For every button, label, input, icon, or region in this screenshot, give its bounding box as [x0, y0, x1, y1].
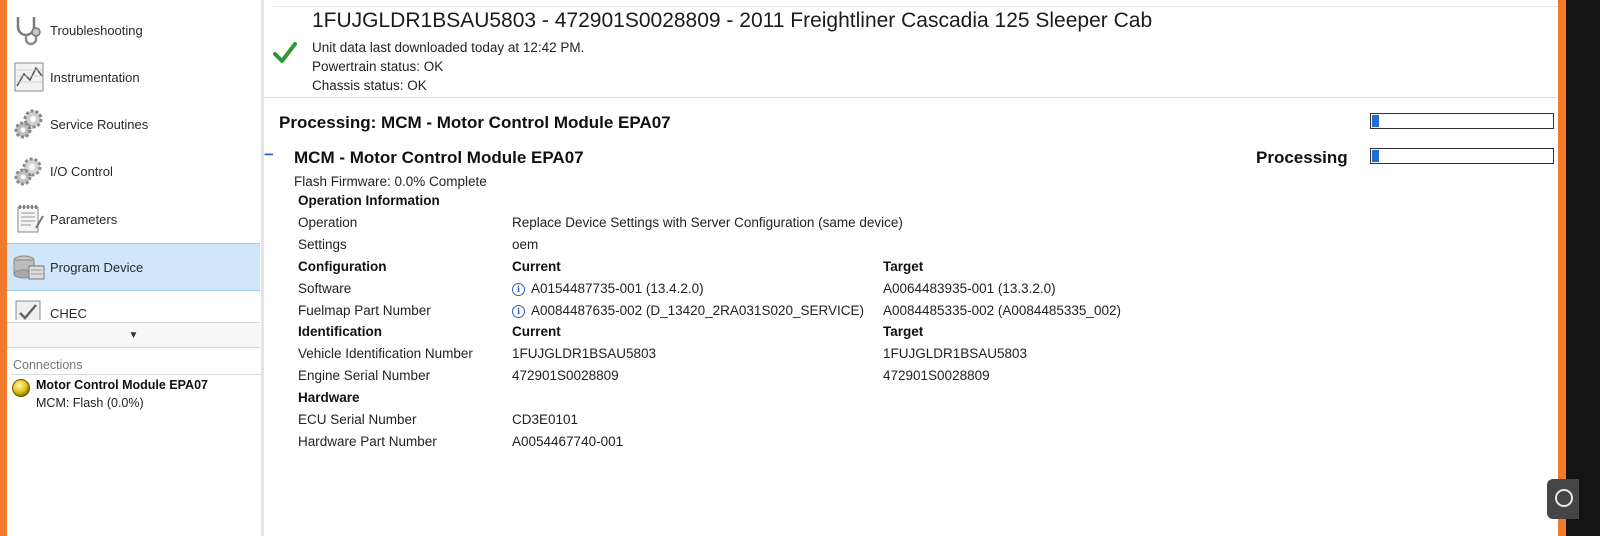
chassis-status: Chassis status: OK: [312, 78, 427, 93]
sidebar-item-label: Service Routines: [50, 116, 149, 132]
flash-progress-text: Flash Firmware: 0.0% Complete: [294, 174, 487, 189]
column-header-current: Current: [512, 258, 561, 274]
vehicle-title: 1FUJGLDR1BSAU5803 - 472901S0028809 - 201…: [312, 9, 1153, 32]
section-heading: Hardware: [298, 390, 360, 406]
notepad-icon: [10, 201, 48, 237]
row-value: Replace Device Settings with Server Conf…: [512, 215, 903, 231]
sidebar-item-parameters[interactable]: Parameters: [7, 196, 260, 242]
progress-fill: [1372, 150, 1379, 162]
column-header-current: Current: [512, 324, 561, 340]
row-label: Settings: [298, 237, 347, 253]
row-label: Vehicle Identification Number: [298, 346, 473, 362]
table-row: Fuelmap Part Number i A0084487635-002 (D_…: [294, 299, 1287, 321]
sidebar-item-chec[interactable]: CHEC: [7, 290, 260, 320]
column-header-target: Target: [883, 324, 924, 340]
download-status: Unit data last downloaded today at 12:42…: [312, 40, 585, 55]
powertrain-status: Powertrain status: OK: [312, 59, 444, 74]
row-value: CD3E0101: [512, 411, 579, 427]
vehicle-header: 1FUJGLDR1BSAU5803 - 472901S0028809 - 201…: [264, 0, 1558, 98]
module-title-text: MCM - Motor Control Module EPA07: [294, 148, 584, 167]
screen-edge: [1566, 0, 1600, 536]
row-label: Engine Serial Number: [298, 368, 431, 384]
row-label: Operation: [298, 215, 358, 231]
table-row: Configuration Current Target: [294, 256, 1287, 278]
table-row: Operation Replace Device Settings with S…: [294, 212, 1287, 234]
stethoscope-icon: [10, 12, 48, 48]
sidebar-item-label: Troubleshooting: [50, 22, 143, 38]
connections-header: Connections: [11, 356, 262, 375]
details-table: Operation Information Operation Replace …: [294, 190, 1287, 452]
gears-icon: [10, 153, 48, 189]
checkmark-icon: [272, 40, 298, 71]
module-title: − MCM - Motor Control Module EPA07: [264, 145, 584, 168]
row-target: A0084485335-002 (A0084485335_002): [883, 302, 1121, 318]
sidebar-item-label: Program Device: [50, 259, 144, 275]
connection-status: MCM: Flash (0.0%): [36, 396, 144, 410]
connection-item[interactable]: Motor Control Module EPA07 MCM: Flash (0…: [11, 378, 260, 414]
connection-status-icon: [11, 378, 31, 403]
table-row: Hardware: [294, 387, 1287, 409]
sidebar-item-service-routines[interactable]: Service Routines: [7, 101, 260, 147]
gears-icon: [10, 106, 48, 142]
table-row: Operation Information: [294, 190, 1287, 212]
row-current: 472901S0028809: [512, 368, 619, 384]
row-current: i A0084487635-002 (D_13420_2RA031S020_SER…: [508, 299, 879, 321]
connection-title: Motor Control Module EPA07: [36, 378, 208, 392]
table-row: Software i A0154487735-001 (13.4.2.0) A00…: [294, 277, 1287, 299]
collapse-toggle[interactable]: −: [264, 145, 274, 165]
row-value: oem: [512, 237, 539, 253]
remote-session-button[interactable]: [1547, 479, 1579, 519]
row-target: 472901S0028809: [883, 368, 990, 384]
section-heading: Configuration: [298, 258, 387, 274]
module-status: Processing: [1256, 148, 1348, 167]
sidebar-item-troubleshooting[interactable]: Troubleshooting: [7, 7, 260, 53]
table-row: Settings oem: [294, 234, 1287, 256]
module-progress-bar: [1370, 148, 1554, 164]
sidebar-item-program-device[interactable]: Program Device: [7, 243, 260, 291]
chevron-down-icon: ▼: [128, 329, 139, 341]
sidebar-item-label: I/O Control: [50, 163, 113, 179]
sidebar-expand-button[interactable]: ▼: [7, 322, 260, 348]
sidebar-item-label: Instrumentation: [50, 69, 140, 85]
overall-progress-bar: [1370, 113, 1554, 129]
window-frame-right: [1558, 0, 1566, 536]
row-target: 1FUJGLDR1BSAU5803: [883, 346, 1028, 362]
sidebar-item-instrumentation[interactable]: Instrumentation: [7, 54, 260, 100]
row-current: 1FUJGLDR1BSAU5803: [512, 346, 657, 362]
progress-fill: [1372, 115, 1379, 127]
info-icon[interactable]: i: [512, 304, 525, 318]
checklist-icon: [10, 296, 48, 320]
main-panel: 1FUJGLDR1BSAU5803 - 472901S0028809 - 201…: [264, 0, 1558, 536]
row-label: Hardware Part Number: [298, 433, 437, 449]
row-current: i A0154487735-001 (13.4.2.0): [508, 277, 879, 299]
table-row: Vehicle Identification Number 1FUJGLDR1B…: [294, 343, 1287, 365]
row-label: Software: [298, 280, 352, 296]
window-frame-left: [0, 0, 7, 536]
chart-icon: [10, 59, 48, 95]
program-device-icon: [10, 249, 48, 285]
section-heading: Identification: [298, 324, 382, 340]
section-heading: Operation Information: [298, 193, 440, 209]
sidebar-item-io-control[interactable]: I/O Control: [7, 148, 260, 194]
sidebar-item-label: Parameters: [50, 211, 118, 227]
row-label: Fuelmap Part Number: [298, 302, 431, 318]
row-target: A0064483935-001 (13.3.2.0): [883, 280, 1056, 296]
table-row: ECU Serial Number CD3E0101: [294, 408, 1287, 430]
info-icon[interactable]: i: [512, 282, 525, 296]
processing-title: Processing: MCM - Motor Control Module E…: [279, 113, 671, 132]
sidebar-item-label: CHEC: [50, 306, 87, 320]
sidebar: Troubleshooting Instrumentation Service …: [7, 0, 262, 536]
current-value: A0084487635-002 (D_13420_2RA031S020_SERV…: [531, 302, 864, 318]
row-label: ECU Serial Number: [298, 411, 417, 427]
column-header-target: Target: [883, 258, 924, 274]
divider: [274, 6, 1558, 7]
table-row: Hardware Part Number A0054467740-001: [294, 430, 1287, 452]
row-value: A0054467740-001: [512, 433, 624, 449]
table-row: Engine Serial Number 472901S0028809 4729…: [294, 365, 1287, 387]
current-value: A0154487735-001 (13.4.2.0): [531, 280, 704, 296]
table-row: Identification Current Target: [294, 321, 1287, 343]
